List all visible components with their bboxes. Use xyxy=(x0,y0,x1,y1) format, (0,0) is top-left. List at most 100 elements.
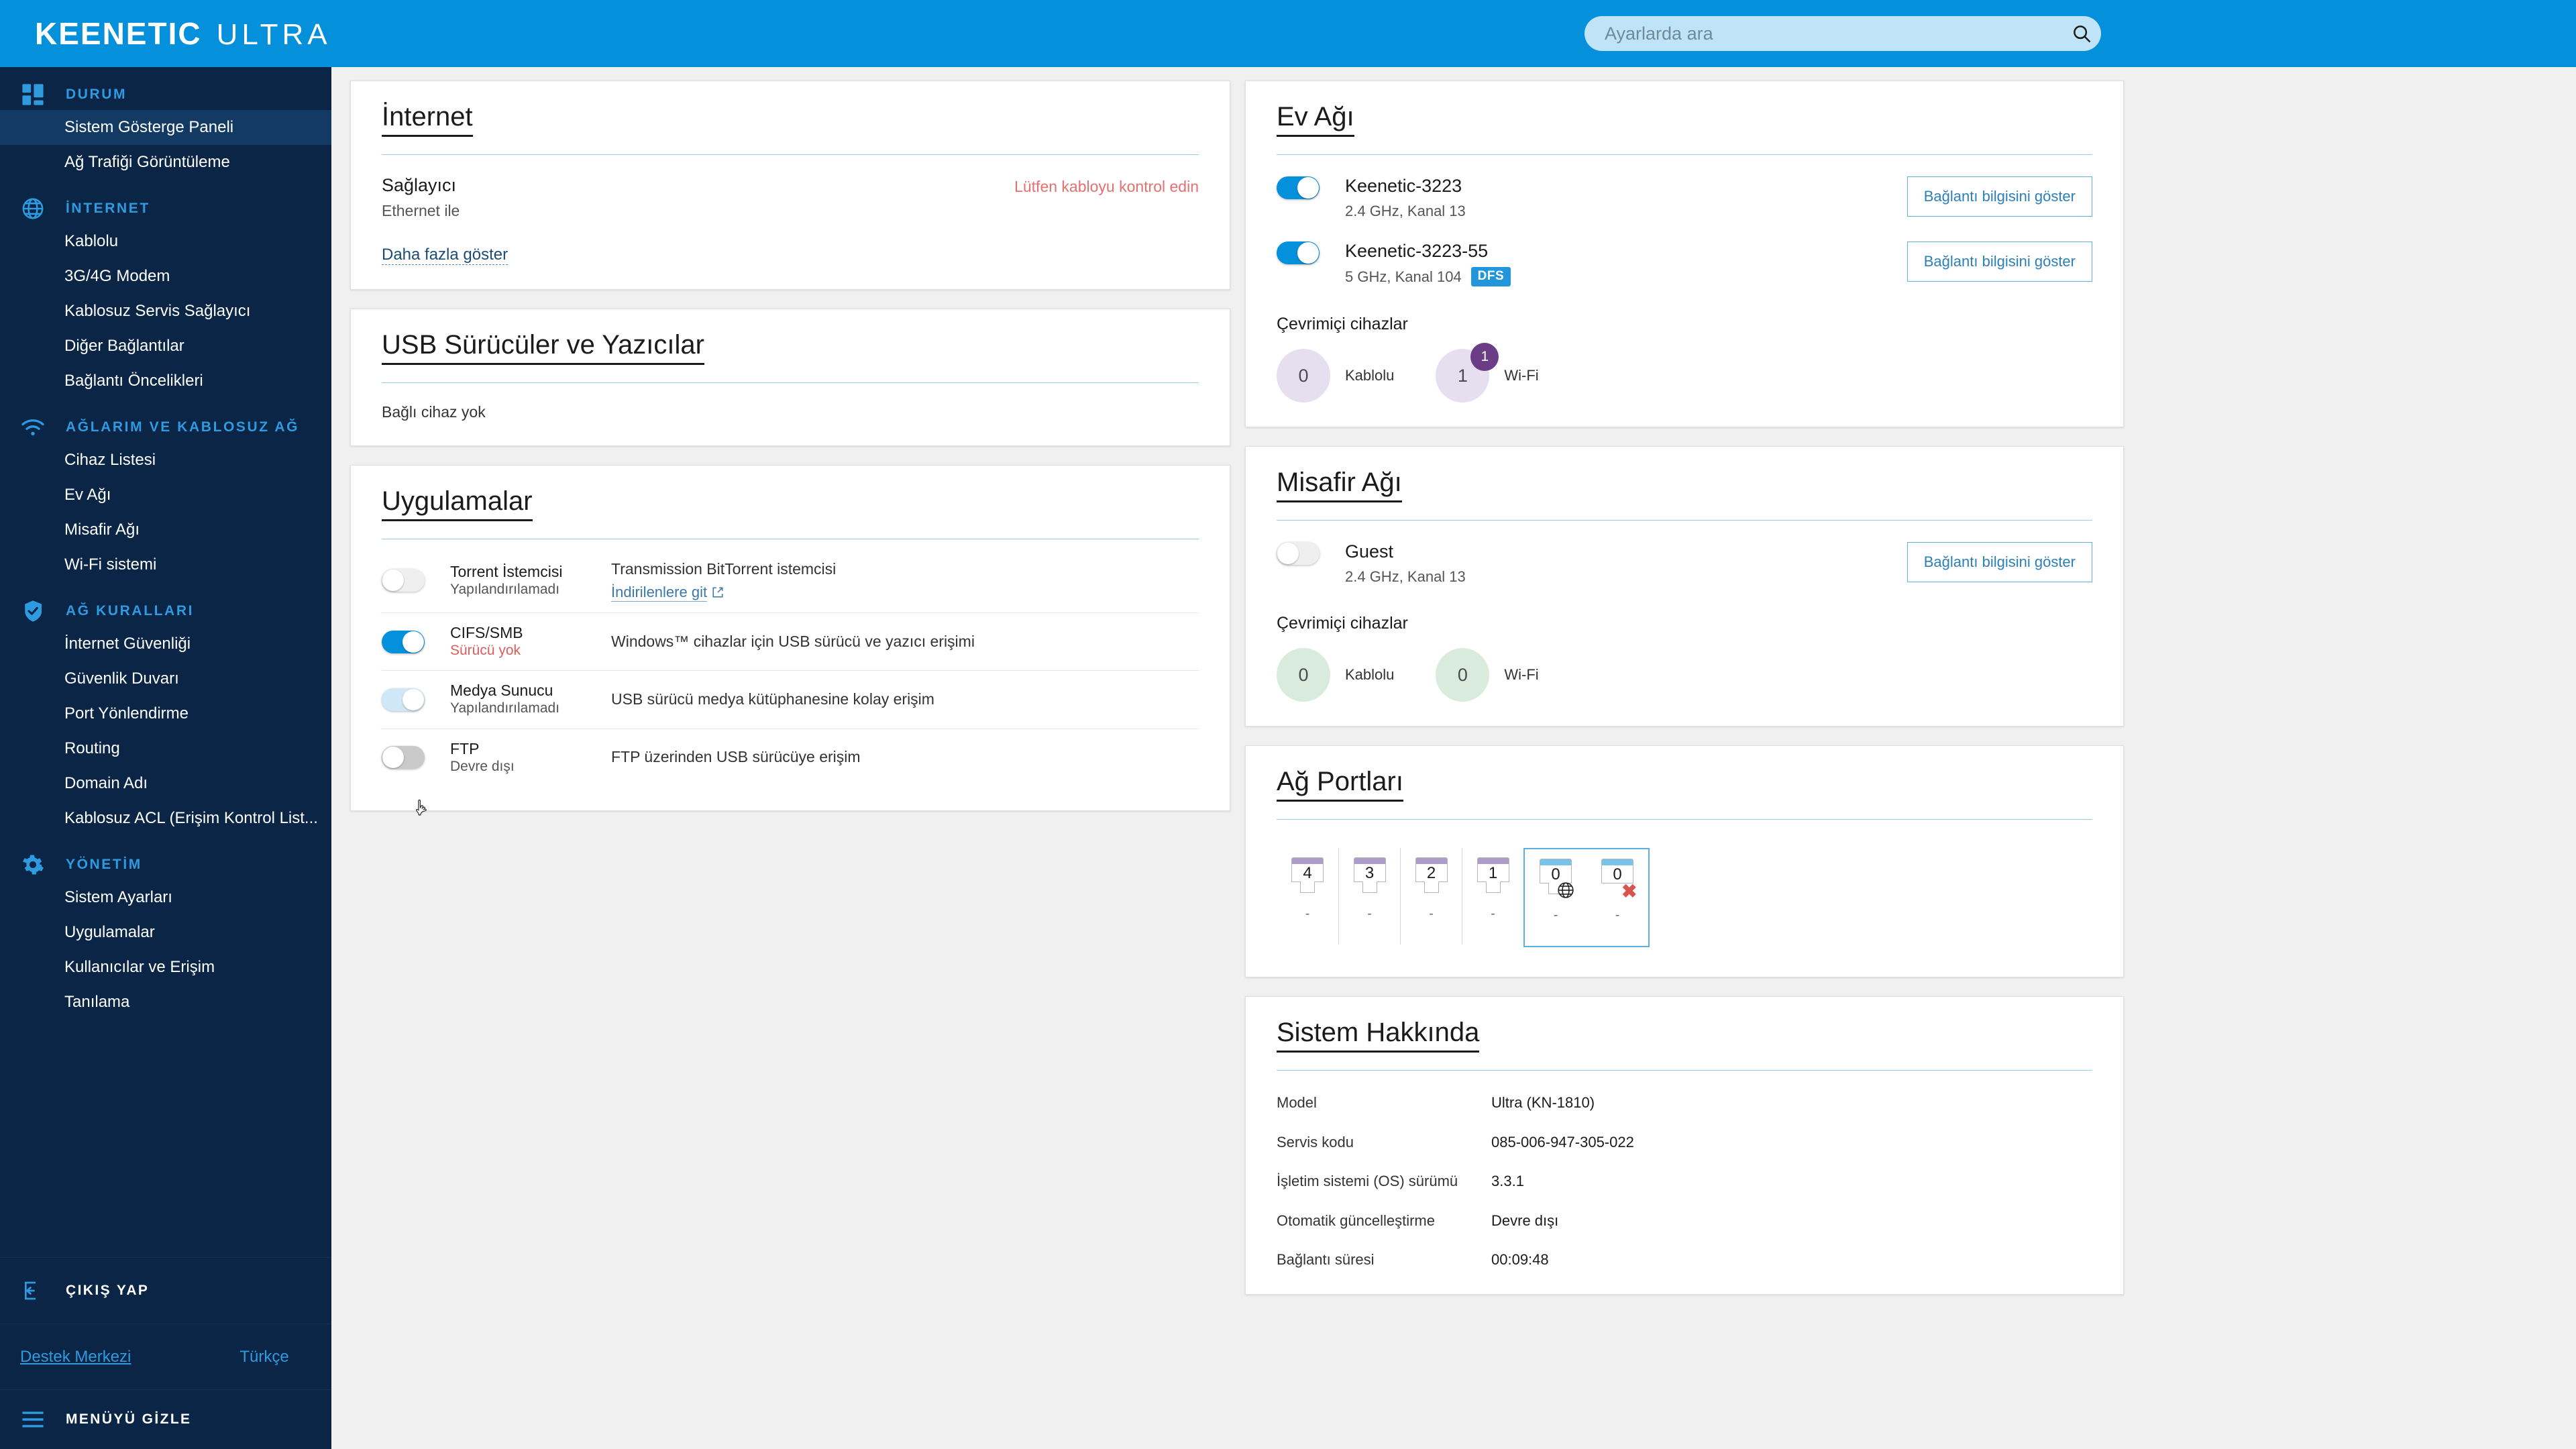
sidebar-item-diğer-bağlantılar[interactable]: Diğer Bağlantılar xyxy=(0,329,331,364)
sidebar-item-sistem-ayarları[interactable]: Sistem Ayarları xyxy=(0,880,331,915)
application-description: FTP üzerinden USB sürücüye erişim xyxy=(611,748,861,766)
application-name: Torrent İstemcisi xyxy=(450,562,563,580)
sidebar-item-label: Güvenlik Duvarı xyxy=(64,669,179,688)
model-name: ULTRA xyxy=(216,17,331,51)
nav-group-3: AĞ KURALLARI İnternet Güvenliği Güvenlik D… xyxy=(0,596,331,836)
port-number: 1 xyxy=(1488,864,1498,883)
sidebar-item-bağlantı-öncelikleri[interactable]: Bağlantı Öncelikleri xyxy=(0,364,331,398)
application-row: Medya Sunucu Yapılandırılamadı USB sürücü … xyxy=(382,671,1199,729)
application-status: Sürücü yok xyxy=(450,643,521,659)
home-device-counters: 0 Kablolu 1 1 Wi-Fi xyxy=(1277,343,2092,403)
network-port[interactable]: 1- xyxy=(1462,848,1523,945)
search-input[interactable] xyxy=(1585,23,2062,44)
application-status: Devre dışı xyxy=(450,758,515,774)
sidebar-item-sistem-gösterge-paneli[interactable]: Sistem Gösterge Paneli xyxy=(0,110,331,145)
sidebar-item-i-nternet-güvenliği[interactable]: İnternet Güvenliği xyxy=(0,627,331,661)
sidebar-item-label: Bağlantı Öncelikleri xyxy=(64,372,203,390)
hide-menu-button[interactable]: MENÜYÜ GİZLE xyxy=(0,1390,331,1449)
network-port[interactable]: 3- xyxy=(1338,848,1400,945)
show-connection-info-button[interactable]: Bağlantı bilgisini göster xyxy=(1907,542,2092,583)
nav-group-title: AĞLARIM VE KABLOSUZ AĞ xyxy=(66,419,300,435)
sidebar-item-3g-4g-modem[interactable]: 3G/4G Modem xyxy=(0,259,331,294)
network-port[interactable]: 0 ✖ - xyxy=(1587,849,1648,946)
sidebar-item-label: Kullanıcılar ve Erişim xyxy=(64,958,215,976)
network-port[interactable]: 4- xyxy=(1277,848,1338,945)
application-name: Medya Sunucu xyxy=(450,682,553,700)
network-toggle[interactable] xyxy=(1277,542,1320,566)
sidebar-item-label: Sistem Gösterge Paneli xyxy=(64,118,234,136)
sidebar-item-kullanıcılar-ve-erişim[interactable]: Kullanıcılar ve Erişim xyxy=(0,950,331,985)
application-status: Yapılandırılamadı xyxy=(450,581,560,597)
wan-globe-icon xyxy=(1557,881,1574,902)
support-center-link[interactable]: Destek Merkezi xyxy=(20,1348,131,1366)
network-toggle[interactable] xyxy=(1277,176,1320,199)
external-link-icon xyxy=(712,586,724,602)
sidebar-item-label: 3G/4G Modem xyxy=(64,267,170,285)
network-info: Keenetic-3223-55 5 GHz, Kanal 104 DFS xyxy=(1345,241,1907,287)
language-selector[interactable]: Türkçe xyxy=(239,1348,288,1366)
application-description: Windows™ cihazlar için USB sürücü ve yaz… xyxy=(611,632,975,650)
system-info-key: İşletim sistemi (OS) sürümü xyxy=(1277,1173,1458,1190)
sidebar-item-tanılama[interactable]: Tanılama xyxy=(0,985,331,1020)
sidebar-item-ev-ağı[interactable]: Ev Ağı xyxy=(0,478,331,513)
toggle-switch[interactable] xyxy=(382,569,425,592)
right-column: Ev Ağı Keenetic-3223 2.4 GHz, Kanal 13 Bağ… xyxy=(1245,80,2124,1313)
sidebar-item-kablosuz-acl-erişim-kontrol-list[interactable]: Kablosuz ACL (Erişim Kontrol List... xyxy=(0,801,331,836)
sidebar-item-cihaz-listesi[interactable]: Cihaz Listesi xyxy=(0,443,331,478)
sidebar-item-wi-fi-sistemi[interactable]: Wi-Fi sistemi xyxy=(0,547,331,582)
provider-row: Sağlayıcı Ethernet ile Lütfen kabloyu ko… xyxy=(382,175,1199,220)
search-bar[interactable] xyxy=(1585,16,2101,51)
system-info-row: Servis kodu 085-006-947-305-022 xyxy=(1277,1133,2092,1152)
wan-port-group: 0-0 ✖ - xyxy=(1523,848,1650,948)
toggle-switch[interactable] xyxy=(382,688,425,711)
device-count-value: 0 xyxy=(1457,664,1468,685)
sidebar-footer: Destek Merkezi Türkçe xyxy=(0,1324,331,1390)
sidebar-item-label: Kablosuz Servis Sağlayıcı xyxy=(64,302,251,320)
port-number: 2 xyxy=(1426,864,1436,883)
sidebar-item-label: Diğer Bağlantılar xyxy=(64,337,184,355)
device-count-value: 1 xyxy=(1457,365,1468,386)
search-icon[interactable] xyxy=(2062,23,2101,44)
sidebar-item-routing[interactable]: Routing xyxy=(0,731,331,766)
network-toggle[interactable] xyxy=(1277,241,1320,264)
application-labels: Torrent İstemcisi Yapılandırılamadı xyxy=(450,563,611,598)
sidebar-item-domain-adı[interactable]: Domain Adı xyxy=(0,766,331,801)
usb-empty-note: Bağlı cihaz yok xyxy=(382,403,486,421)
logout-button[interactable]: ÇIKIŞ YAP xyxy=(0,1257,331,1324)
show-connection-info-button[interactable]: Bağlantı bilgisini göster xyxy=(1907,176,2092,217)
system-info-row: Otomatik güncelleştirme Devre dışı xyxy=(1277,1212,2092,1231)
downloads-link[interactable]: İndirilenlere git xyxy=(611,584,708,602)
provider-value: Ethernet ile xyxy=(382,202,460,219)
sidebar-item-ağ-trafiği-görüntüleme[interactable]: Ağ Trafiği Görüntüleme xyxy=(0,145,331,180)
nav-group-2: AĞLARIM VE KABLOSUZ AĞ Cihaz Listesi Ev Ağ… xyxy=(0,412,331,582)
network-port[interactable]: 2- xyxy=(1400,848,1462,945)
sidebar-item-kablolu[interactable]: Kablolu xyxy=(0,224,331,259)
guest-device-counters: 0 Kablolu 0 Wi-Fi xyxy=(1277,648,2092,702)
show-more-link[interactable]: Daha fazla göster xyxy=(382,246,508,265)
logout-icon xyxy=(17,1277,48,1304)
system-info-key: Servis kodu xyxy=(1277,1133,1354,1150)
rj45-jack-icon: 0 ✖ xyxy=(1601,859,1637,902)
divider xyxy=(1277,154,2092,155)
port-status: - xyxy=(1305,907,1310,922)
sidebar-item-misafir-ağı[interactable]: Misafir Ağı xyxy=(0,513,331,547)
applications-card-title: Uygulamalar xyxy=(382,486,533,521)
network-ssid: Keenetic-3223-55 xyxy=(1345,240,1489,261)
toggle-switch[interactable] xyxy=(382,630,425,653)
sidebar-item-label: Port Yönlendirme xyxy=(64,704,189,722)
sidebar-item-port-yönlendirme[interactable]: Port Yönlendirme xyxy=(0,696,331,731)
sidebar-item-label: Kablosuz ACL (Erişim Kontrol List... xyxy=(64,809,318,827)
show-connection-info-button[interactable]: Bağlantı bilgisini göster xyxy=(1907,241,2092,282)
network-band-channel: 5 GHz, Kanal 104 xyxy=(1345,268,1462,285)
application-row: CIFS/SMB Sürücü yok Windows™ cihazlar için… xyxy=(382,613,1199,672)
sidebar-item-kablosuz-servis-sağlayıcı[interactable]: Kablosuz Servis Sağlayıcı xyxy=(0,294,331,329)
application-description-wrap: USB sürücü medya kütüphanesine kolay eri… xyxy=(611,690,934,710)
divider xyxy=(382,154,1199,155)
system-info-value: Ultra (KN-1810) xyxy=(1491,1094,1595,1112)
sidebar-item-güvenlik-duvarı[interactable]: Güvenlik Duvarı xyxy=(0,661,331,696)
sidebar-item-uygulamalar[interactable]: Uygulamalar xyxy=(0,915,331,950)
toggle-switch[interactable] xyxy=(382,746,425,769)
rj45-jack-icon: 4 xyxy=(1291,857,1324,896)
network-port[interactable]: 0- xyxy=(1525,849,1587,946)
toggle-knob xyxy=(1297,241,1319,264)
